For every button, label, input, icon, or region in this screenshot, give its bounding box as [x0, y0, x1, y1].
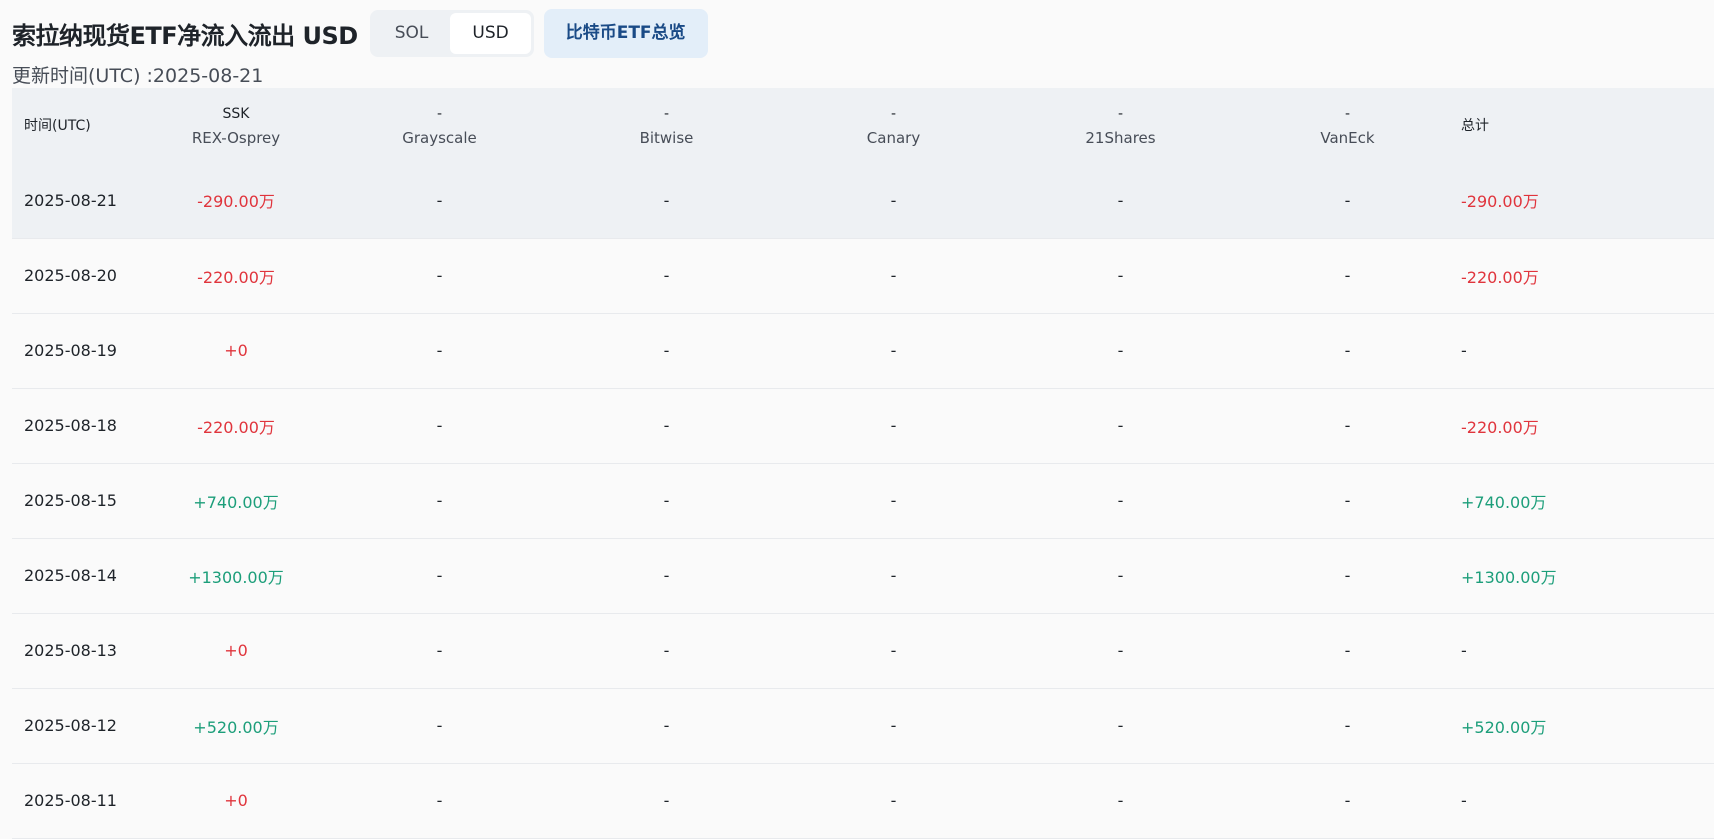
cell-canary: - [890, 190, 897, 210]
cell-vaneck: - [1344, 341, 1351, 360]
cell-bitwise: - [663, 716, 670, 735]
col-header-21shares: - 21Shares [1085, 105, 1156, 147]
col-header-bitwise: - Bitwise [639, 105, 694, 147]
cell-bitwise: - [663, 266, 670, 285]
cell-21shares: - [1117, 266, 1124, 285]
cell-bitwise: - [663, 190, 670, 210]
cell-grayscale: - [436, 266, 443, 285]
cell-total: +1300.00万 [1461, 567, 1557, 587]
cell-canary: - [890, 491, 897, 510]
table-row: 2025-08-18 -220.00万 - - - - - -220.00万 [12, 388, 1714, 463]
cell-bitwise: - [663, 491, 670, 510]
cell-rex-osprey: +0 [224, 641, 248, 660]
cell-canary: - [890, 341, 897, 360]
cell-bitwise: - [663, 791, 670, 810]
cell-vaneck: - [1344, 491, 1351, 510]
unit-toggle: SOL USD [369, 10, 534, 57]
cell-grayscale: - [436, 566, 443, 585]
table-row: 2025-08-21 -290.00万 - - - - - -290.00万 [12, 163, 1714, 238]
cell-grayscale: - [436, 791, 443, 810]
cell-rex-osprey: -220.00万 [197, 417, 275, 437]
page-title: 索拉纳现货ETF净流入流出 USD [12, 22, 358, 50]
col-header-total: 总计 [1461, 117, 1489, 134]
table-row: 2025-08-14 +1300.00万 - - - - - +1300.00万 [12, 538, 1714, 613]
updated-time: 更新时间(UTC) :2025-08-21 [12, 65, 264, 87]
toggle-sol[interactable]: SOL [373, 13, 451, 54]
cell-date: 2025-08-19 [24, 341, 117, 360]
cell-rex-osprey: +740.00万 [193, 492, 279, 512]
cell-date: 2025-08-18 [24, 416, 117, 435]
cell-grayscale: - [436, 341, 443, 360]
table-row: 2025-08-15 +740.00万 - - - - - +740.00万 [12, 463, 1714, 538]
col-header-grayscale: - Grayscale [402, 105, 477, 147]
cell-total: -220.00万 [1461, 417, 1539, 437]
cell-grayscale: - [436, 491, 443, 510]
cell-21shares: - [1117, 566, 1124, 585]
cell-date: 2025-08-12 [24, 716, 117, 735]
cell-grayscale: - [436, 641, 443, 660]
cell-vaneck: - [1344, 190, 1351, 210]
cell-grayscale: - [436, 716, 443, 735]
cell-date: 2025-08-14 [24, 566, 117, 585]
cell-rex-osprey: +0 [224, 791, 248, 810]
cell-canary: - [890, 791, 897, 810]
cell-canary: - [890, 716, 897, 735]
cell-total: +740.00万 [1461, 492, 1547, 512]
cell-vaneck: - [1344, 566, 1351, 585]
cell-canary: - [890, 641, 897, 660]
btc-etf-overview-button[interactable]: 比特币ETF总览 [543, 9, 708, 58]
cell-total: - [1461, 641, 1467, 660]
cell-rex-osprey: -220.00万 [197, 267, 275, 287]
cell-date: 2025-08-15 [24, 491, 117, 510]
cell-total: +520.00万 [1461, 717, 1547, 737]
cell-total: - [1461, 791, 1467, 810]
table-row: 2025-08-12 +520.00万 - - - - - +520.00万 [12, 688, 1714, 763]
header-bar: 索拉纳现货ETF净流入流出 USD SOL USD 比特币ETF总览 [12, 9, 708, 58]
cell-rex-osprey: +1300.00万 [188, 567, 284, 587]
table-row: 2025-08-11 +0 - - - - - - [12, 763, 1714, 838]
cell-rex-osprey: -290.00万 [197, 192, 275, 212]
cell-total: -220.00万 [1461, 267, 1539, 287]
table-header-row: 时间(UTC) SSK REX-Osprey - Grayscale - Bit… [12, 88, 1714, 163]
cell-21shares: - [1117, 716, 1124, 735]
cell-21shares: - [1117, 190, 1124, 210]
cell-vaneck: - [1344, 641, 1351, 660]
cell-bitwise: - [663, 341, 670, 360]
col-header-time: 时间(UTC) [24, 117, 91, 134]
cell-vaneck: - [1344, 716, 1351, 735]
cell-total: - [1461, 341, 1467, 360]
cell-rex-osprey: +520.00万 [193, 717, 279, 737]
cell-bitwise: - [663, 416, 670, 435]
col-header-canary: - Canary [866, 105, 921, 147]
cell-vaneck: - [1344, 266, 1351, 285]
cell-total: -290.00万 [1461, 192, 1539, 212]
cell-canary: - [890, 266, 897, 285]
table-row: 2025-08-13 +0 - - - - - - [12, 613, 1714, 688]
cell-date: 2025-08-13 [24, 641, 117, 660]
cell-21shares: - [1117, 341, 1124, 360]
cell-21shares: - [1117, 791, 1124, 810]
cell-date: 2025-08-11 [24, 791, 117, 810]
toggle-usd[interactable]: USD [450, 13, 531, 54]
table-row: 2025-08-19 +0 - - - - - - [12, 313, 1714, 388]
cell-21shares: - [1117, 416, 1124, 435]
cell-rex-osprey: +0 [224, 341, 248, 360]
cell-date: 2025-08-21 [24, 190, 117, 210]
col-header-vaneck: - VanEck [1320, 105, 1375, 147]
cell-21shares: - [1117, 491, 1124, 510]
col-header-rex-osprey: SSK REX-Osprey [191, 105, 281, 147]
cell-bitwise: - [663, 566, 670, 585]
cell-date: 2025-08-20 [24, 266, 117, 285]
etf-flow-table: 时间(UTC) SSK REX-Osprey - Grayscale - Bit… [12, 88, 1714, 839]
table-row: 2025-08-20 -220.00万 - - - - - -220.00万 [12, 238, 1714, 313]
cell-vaneck: - [1344, 791, 1351, 810]
cell-bitwise: - [663, 641, 670, 660]
cell-canary: - [890, 416, 897, 435]
cell-grayscale: - [436, 416, 443, 435]
cell-21shares: - [1117, 641, 1124, 660]
cell-grayscale: - [436, 190, 443, 210]
cell-vaneck: - [1344, 416, 1351, 435]
cell-canary: - [890, 566, 897, 585]
